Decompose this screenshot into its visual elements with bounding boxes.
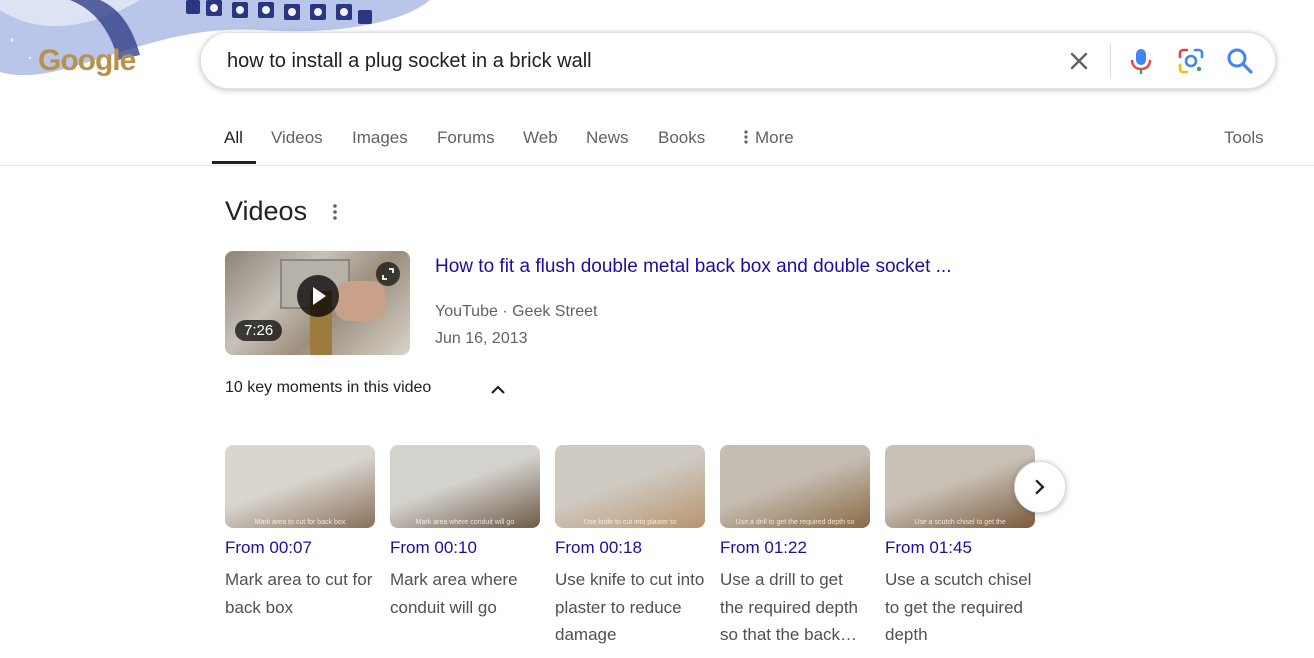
thumbnail-caption: Use a scutch chisel to get the xyxy=(914,519,1006,526)
key-moment-time-link[interactable]: From 00:18 xyxy=(555,538,705,558)
key-moment-item: Mark area to cut for back box From 00:07… xyxy=(225,445,375,621)
video-duration: 7:26 xyxy=(235,320,283,341)
active-tab-indicator xyxy=(212,161,256,164)
divider xyxy=(1110,44,1111,78)
tab-videos[interactable]: Videos xyxy=(271,128,323,148)
tab-all[interactable]: All xyxy=(224,128,243,148)
key-moment-item: Use a scutch chisel to get the From 01:4… xyxy=(885,445,1035,649)
thumbnail-caption: Mark area where conduit will go xyxy=(415,519,515,526)
chevron-up-icon[interactable] xyxy=(486,378,510,402)
key-moment-description: Use a drill to get the required depth so… xyxy=(720,570,858,644)
key-moment-thumbnail[interactable]: Use a drill to get the required depth so xyxy=(720,445,870,528)
tab-books[interactable]: Books xyxy=(658,128,705,148)
search-box[interactable]: how to install a plug socket in a brick … xyxy=(200,32,1276,89)
tab-news[interactable]: News xyxy=(586,128,629,148)
key-moment-thumbnail[interactable]: Mark area to cut for back box xyxy=(225,445,375,528)
key-moment-time-link[interactable]: From 00:10 xyxy=(390,538,540,558)
key-moment-item: Use knife to cut into plaster to From 00… xyxy=(555,445,705,649)
key-moment-description: Mark area to cut for back box xyxy=(225,570,373,617)
close-icon[interactable] xyxy=(1065,47,1093,75)
chevron-right-icon[interactable] xyxy=(1014,461,1066,513)
key-moment-time-link[interactable]: From 01:45 xyxy=(885,538,1035,558)
thumbnail-caption: Use knife to cut into plaster to xyxy=(583,519,677,526)
video-source: YouTube · Geek Street xyxy=(435,303,598,320)
expand-icon[interactable] xyxy=(376,262,400,286)
thumbnail-caption: Use a drill to get the required depth so xyxy=(735,519,855,526)
key-moment-thumbnail[interactable]: Use a scutch chisel to get the xyxy=(885,445,1035,528)
google-logo[interactable]: Google xyxy=(38,44,136,78)
key-moment-description: Use a scutch chisel to get the required … xyxy=(885,570,1032,644)
search-input[interactable]: how to install a plug socket in a brick … xyxy=(227,50,592,73)
key-moment-item: Use a drill to get the required depth so… xyxy=(720,445,870,649)
key-moments-title: 10 key moments in this video xyxy=(225,379,432,396)
video-title-link[interactable]: How to fit a flush double metal back box… xyxy=(435,256,951,278)
key-moment-description: Mark area where conduit will go xyxy=(390,570,518,617)
search-icon[interactable] xyxy=(1225,46,1255,76)
play-icon[interactable] xyxy=(297,275,339,317)
video-date: Jun 16, 2013 xyxy=(435,330,528,347)
key-moment-thumbnail[interactable]: Mark area where conduit will go xyxy=(390,445,540,528)
lens-icon[interactable] xyxy=(1176,46,1206,76)
tools-button[interactable]: Tools xyxy=(1224,128,1264,148)
tab-forums[interactable]: Forums xyxy=(437,128,495,148)
video-thumbnail[interactable]: 7:26 xyxy=(225,251,410,355)
tab-web[interactable]: Web xyxy=(523,128,558,148)
tab-images[interactable]: Images xyxy=(352,128,408,148)
mic-icon[interactable] xyxy=(1127,46,1155,76)
key-moment-time-link[interactable]: From 00:07 xyxy=(225,538,375,558)
key-moment-time-link[interactable]: From 01:22 xyxy=(720,538,870,558)
thumbnail-caption: Mark area to cut for back box xyxy=(254,519,346,526)
tab-more[interactable]: More xyxy=(742,128,794,148)
key-moment-thumbnail[interactable]: Use knife to cut into plaster to xyxy=(555,445,705,528)
section-title: Videos xyxy=(225,196,308,226)
key-moment-item: Mark area where conduit will go From 00:… xyxy=(390,445,540,621)
more-vert-icon xyxy=(744,130,748,144)
header-divider xyxy=(0,165,1314,166)
key-moment-description: Use knife to cut into plaster to reduce … xyxy=(555,570,705,644)
more-vert-icon[interactable] xyxy=(326,201,344,223)
tab-more-label: More xyxy=(755,128,794,147)
thumbnail-detail xyxy=(335,281,385,321)
